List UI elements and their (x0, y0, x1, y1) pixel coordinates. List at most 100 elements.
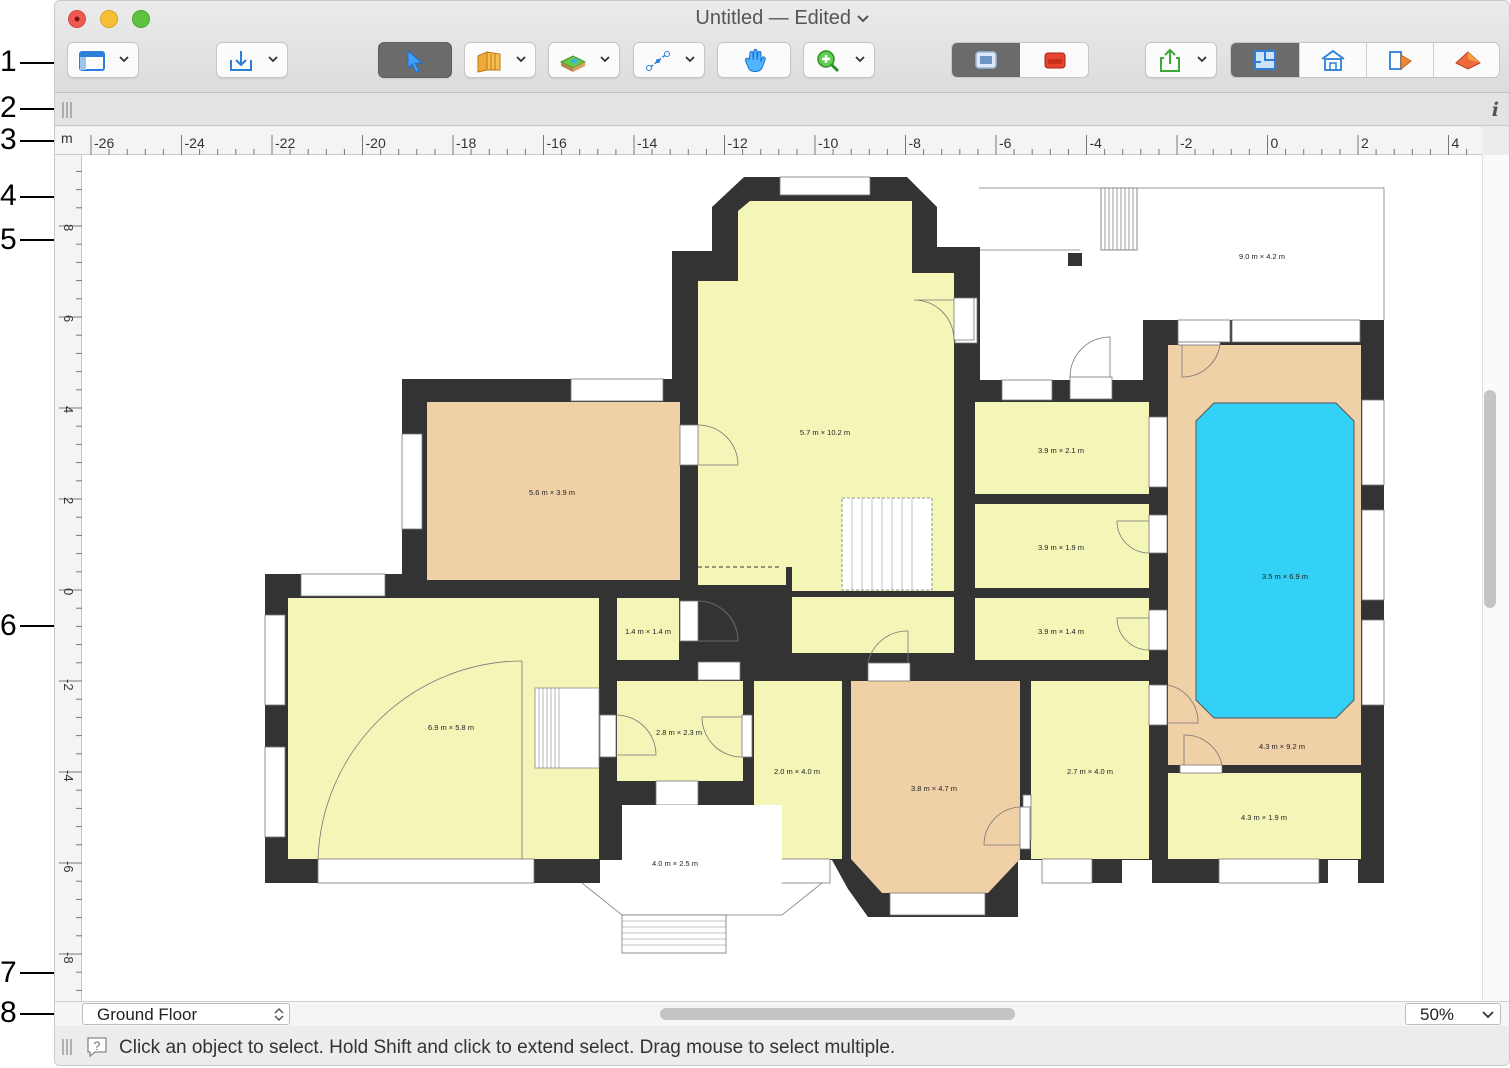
roof-icon (1455, 51, 1481, 70)
ruler-h-label: -18 (456, 135, 476, 151)
screenshot-stage: 1 2 3 4 5 6 7 8 Untitled — Edited i m -2… (0, 0, 1510, 1068)
plan-canvas[interactable]: 5.7 m × 10.2 m 9.0 m × 4.2 m 5.6 m × 3.9 m… (82, 155, 1482, 1001)
chevron-down-icon (1197, 56, 1207, 63)
ruler-h-label: 0 (1271, 135, 1279, 151)
chevron-down-icon (685, 56, 695, 63)
room-dimension-label: 2.0 m × 4.0 m (774, 767, 820, 776)
callout-4-line (20, 196, 54, 198)
callout-3-line (20, 140, 54, 142)
callout-2-line (20, 108, 54, 110)
arrow-pointer-icon (407, 49, 424, 73)
view-elevation[interactable] (1366, 43, 1433, 77)
pan-tool-button[interactable] (717, 42, 791, 78)
view-3d-house[interactable] (1299, 43, 1366, 77)
chevron-down-icon (856, 15, 869, 23)
drag-handle-icon[interactable] (61, 1039, 73, 1055)
floor-plan[interactable]: 5.7 m × 10.2 m 9.0 m × 4.2 m 5.6 m × 3.9 m… (82, 155, 1482, 1001)
ruler-h-label: -24 (185, 135, 205, 151)
zoom-select[interactable]: 50% (1405, 1003, 1501, 1025)
room-dimension-label: 4.3 m × 9.2 m (1259, 742, 1305, 751)
terrain-tool-button[interactable] (548, 42, 620, 78)
callout-1: 1 (0, 45, 17, 78)
view-3d-roof[interactable] (1433, 43, 1499, 77)
horizontal-ruler: m -26 -24 -22 -20 -18 -16 -14 -12 -10 -8 -6 -4 -2 0 2 4 (55, 127, 1482, 155)
title-bar: Untitled — Edited (55, 1, 1509, 93)
column-post[interactable] (1068, 253, 1082, 266)
ruler-h-label: -2 (1180, 135, 1193, 151)
view-options-button[interactable] (67, 42, 139, 78)
chevron-down-icon (268, 56, 278, 63)
view-2d-plan[interactable] (1231, 43, 1299, 77)
terrace-outline (979, 187, 1385, 320)
sofa-icon (1044, 52, 1066, 69)
svg-text:?: ? (94, 1039, 101, 1053)
room-dimension-label: 9.0 m × 4.2 m (1239, 252, 1285, 261)
room-dimension-label: 3.9 m × 1.4 m (1038, 627, 1084, 636)
ruler-h-label: -20 (366, 135, 386, 151)
chevron-down-icon (855, 56, 865, 63)
room-dimension-label: 3.9 m × 2.1 m (1038, 446, 1084, 455)
horizontal-ruler-ticks: -26 -24 -22 -20 -18 -16 -14 -12 -10 -8 -6 -4 -2 0 2 4 (90, 135, 1468, 155)
house-icon (1321, 49, 1345, 71)
library-icon (975, 51, 997, 69)
walls-tool-button[interactable] (464, 42, 536, 78)
share-icon (1160, 48, 1180, 72)
callout-2: 2 (0, 91, 17, 124)
chevron-down-icon (1482, 1011, 1494, 1019)
ruler-h-label: -26 (94, 135, 114, 151)
drag-handle-icon[interactable] (61, 102, 73, 118)
ruler-v-label: -8 (61, 952, 76, 964)
callout-3: 3 (0, 123, 17, 156)
callout-4: 4 (0, 179, 17, 212)
ruler-v-label: -6 (61, 861, 76, 873)
ruler-h-label: 2 (1361, 135, 1369, 151)
ruler-h-label: -16 (547, 135, 567, 151)
callout-8: 8 (0, 996, 17, 1029)
chevron-down-icon (119, 56, 129, 63)
garage-stairs[interactable] (534, 687, 600, 769)
swimming-pool[interactable] (1195, 402, 1355, 719)
elevation-icon (1389, 51, 1412, 71)
room-dimension-label: 4.3 m × 1.9 m (1241, 813, 1287, 822)
horizontal-scroll-thumb[interactable] (660, 1008, 1015, 1020)
vertical-ruler-ticks: 8 6 4 2 0 -2 -4 -6 -8 (59, 170, 82, 991)
help-icon[interactable]: ? (85, 1035, 109, 1059)
vertical-ruler: 8 6 4 2 0 -2 -4 -6 -8 (55, 155, 82, 1001)
status-bar: ? Click an object to select. Hold Shift … (55, 1027, 1509, 1065)
room-dimension-label: 5.6 m × 3.9 m (529, 488, 575, 497)
info-button[interactable]: i (1492, 99, 1499, 121)
vertical-scroll-thumb[interactable] (1484, 390, 1496, 608)
floor-select-value: Ground Floor (97, 1005, 198, 1024)
ruler-h-label: -14 (637, 135, 657, 151)
callout-1-line (20, 62, 54, 64)
furniture-toggle[interactable] (1021, 43, 1088, 77)
zoom-tool-button[interactable] (803, 42, 875, 78)
dimension-tool-button[interactable] (633, 42, 705, 78)
window-layout-icon (79, 51, 105, 71)
ruler-v-label: 8 (61, 224, 76, 231)
ruler-v-label: -4 (61, 770, 76, 782)
select-tool-button[interactable] (378, 42, 452, 78)
room-dimension-label: 4.0 m × 2.5 m (652, 859, 698, 868)
ruler-h-label: -12 (728, 135, 748, 151)
zoom-select-value: 50% (1420, 1005, 1455, 1024)
view-mode-segmented-control (1230, 42, 1500, 78)
ruler-h-label: -6 (999, 135, 1012, 151)
updown-chevron-icon (274, 1007, 284, 1022)
app-window: Untitled — Edited i m -26 -24 -22 -20 -1… (54, 0, 1510, 1066)
floor-select[interactable]: Ground Floor (82, 1003, 290, 1025)
vertical-scrollbar[interactable] (1482, 155, 1509, 1001)
import-button[interactable] (216, 42, 288, 78)
terrace-stairs[interactable] (1100, 187, 1138, 251)
room-dimension-label: 1.4 m × 1.4 m (625, 627, 671, 636)
secondary-toolbar: i (55, 93, 1509, 126)
room-dimension-label: 2.7 m × 4.0 m (1067, 767, 1113, 776)
window-title-text: Untitled — Edited (695, 7, 852, 29)
room-dimension-label: 3.5 m × 6.9 m (1262, 572, 1308, 581)
callout-5: 5 (0, 223, 17, 256)
window-title[interactable]: Untitled — Edited (55, 7, 1509, 30)
terrain-icon (559, 55, 587, 72)
room-dimension-label: 6.9 m × 5.8 m (428, 723, 474, 732)
library-toggle[interactable] (952, 43, 1020, 77)
share-button[interactable] (1145, 42, 1217, 78)
